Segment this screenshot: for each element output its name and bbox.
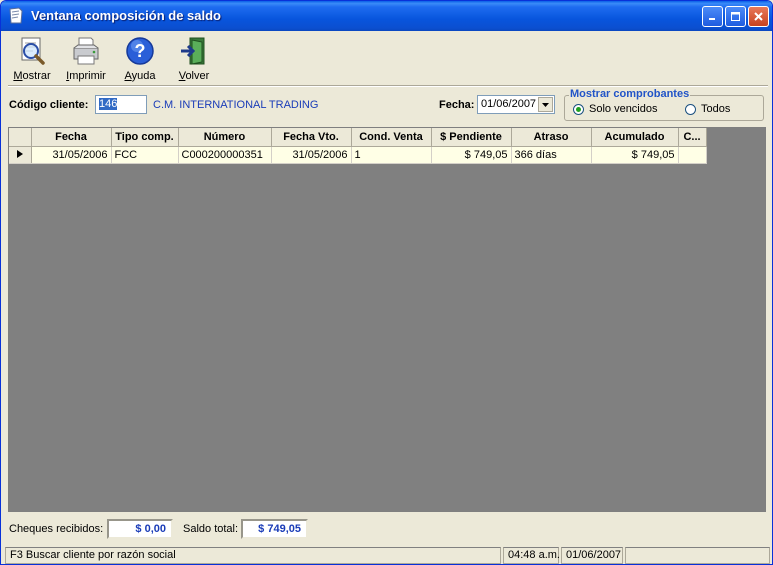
cell-acumulado[interactable]: $ 749,05 — [591, 146, 679, 164]
cell-vto[interactable]: 31/05/2006 — [271, 146, 352, 164]
client-code-input[interactable]: 146 — [95, 95, 147, 114]
current-row-arrow-icon — [16, 149, 23, 158]
window-title: Ventana composición de saldo — [31, 8, 221, 23]
show-label: Mostrar — [13, 70, 51, 82]
date-dropdown-button[interactable] — [538, 97, 553, 112]
radio-todos[interactable]: Todos — [685, 103, 730, 115]
date-picker[interactable]: 01/06/2007 — [477, 95, 555, 114]
cell-tipo[interactable]: FCC — [111, 146, 179, 164]
status-hint: F3 Buscar cliente por razón social — [5, 547, 501, 564]
radio-unselected-icon — [685, 103, 696, 115]
col-atraso[interactable]: Atraso — [511, 128, 592, 147]
magnifier-document-icon — [21, 37, 45, 65]
status-empty-panel — [625, 547, 770, 564]
maximize-icon — [731, 12, 740, 21]
help-icon: ? — [126, 37, 154, 65]
vouchers-table: Fecha Tipo comp. Número Fecha Vto. Cond.… — [9, 128, 707, 164]
date-label: Fecha: — [439, 99, 475, 111]
client-name: C.M. INTERNATIONAL TRADING — [153, 99, 319, 111]
app-document-icon — [9, 7, 23, 24]
table-header-row: Fecha Tipo comp. Número Fecha Vto. Cond.… — [9, 128, 707, 147]
print-label: Imprimir — [66, 70, 106, 82]
col-cond-venta[interactable]: Cond. Venta — [351, 128, 432, 147]
minimize-button[interactable] — [702, 6, 723, 27]
cell-atraso[interactable]: 366 días — [511, 146, 592, 164]
cell-c[interactable] — [678, 146, 707, 164]
col-acumulado[interactable]: Acumulado — [591, 128, 679, 147]
cell-pendiente[interactable]: $ 749,05 — [431, 146, 512, 164]
col-fecha-vto[interactable]: Fecha Vto. — [271, 128, 352, 147]
cheques-value-field: $ 0,00 — [107, 519, 173, 539]
saldo-value-field: $ 749,05 — [241, 519, 308, 539]
radio-solo-vencidos-label: Solo vencidos — [589, 103, 658, 115]
col-pendiente[interactable]: $ Pendiente — [431, 128, 512, 147]
cheques-value: $ 0,00 — [135, 523, 166, 535]
printer-icon — [73, 37, 99, 65]
col-fecha[interactable]: Fecha — [31, 128, 112, 147]
col-c[interactable]: C... — [678, 128, 707, 147]
saldo-value: $ 749,05 — [258, 523, 301, 535]
maximize-button[interactable] — [725, 6, 746, 27]
radio-solo-vencidos[interactable]: Solo vencidos — [573, 103, 658, 115]
status-time: 04:48 a.m. — [503, 547, 560, 564]
radio-selected-icon — [573, 103, 584, 115]
vouchers-grid[interactable]: Fecha Tipo comp. Número Fecha Vto. Cond.… — [8, 127, 766, 512]
show-button[interactable]: Mostrar — [5, 33, 59, 85]
svg-text:?: ? — [135, 41, 146, 61]
minimize-icon — [709, 18, 715, 20]
back-label: Volver — [178, 70, 210, 82]
title-bar[interactable]: Ventana composición de saldo — [1, 1, 772, 31]
close-icon — [754, 12, 763, 21]
cell-cond[interactable]: 1 — [351, 146, 432, 164]
close-button[interactable] — [748, 6, 769, 27]
row-indicator — [9, 146, 32, 164]
cell-numero[interactable]: C000200000351 — [178, 146, 272, 164]
client-code-value: 146 — [99, 98, 118, 110]
date-value: 01/06/2007 — [481, 98, 537, 110]
client-code-label: Código cliente: — [9, 99, 89, 111]
cheques-label: Cheques recibidos: — [9, 523, 104, 535]
saldo-label: Saldo total: — [183, 523, 239, 535]
toolbar-separator — [8, 85, 768, 87]
col-tipo-comp[interactable]: Tipo comp. — [111, 128, 179, 147]
print-button[interactable]: Imprimir — [59, 33, 113, 85]
col-numero[interactable]: Número — [178, 128, 272, 147]
toolbar: Mostrar Imprimir ? Ayuda Volver — [5, 33, 221, 85]
main-window: Ventana composición de saldo Mostrar Imp… — [0, 0, 773, 565]
row-indicator-header — [9, 128, 32, 147]
exit-door-icon — [181, 37, 205, 65]
radio-todos-label: Todos — [701, 103, 731, 115]
back-button[interactable]: Volver — [167, 33, 221, 85]
cell-fecha[interactable]: 31/05/2006 — [31, 146, 112, 164]
help-label: Ayuda — [124, 70, 156, 82]
help-button[interactable]: ? Ayuda — [113, 33, 167, 85]
status-date: 01/06/2007 — [561, 547, 623, 564]
chevron-down-icon — [542, 102, 549, 107]
table-row[interactable]: 31/05/2006 FCC C000200000351 31/05/2006 … — [9, 146, 707, 164]
show-vouchers-title: Mostrar comprobantes — [569, 88, 691, 100]
